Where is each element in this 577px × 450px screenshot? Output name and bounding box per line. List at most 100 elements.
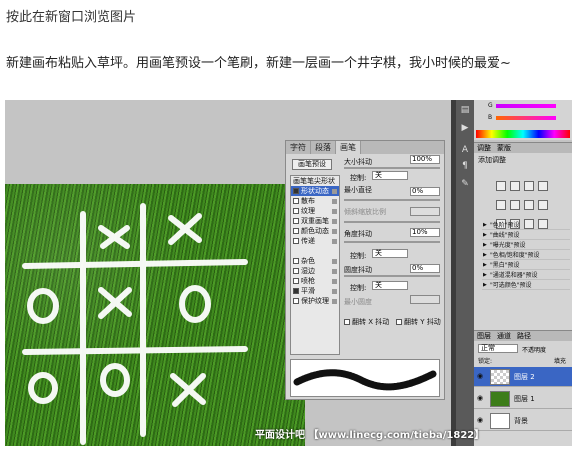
angle-control-dropdown[interactable]: 关 — [372, 249, 408, 258]
tip-checkbox[interactable] — [293, 258, 299, 264]
tab-paragraph[interactable]: 段落 — [311, 141, 336, 154]
opacity-label: 不透明度 — [522, 347, 547, 354]
visibility-eye-icon[interactable]: ◉ — [477, 417, 485, 424]
brush-tip-item[interactable]: 颜色动态 — [291, 226, 339, 236]
angle-jitter-slider[interactable] — [344, 241, 440, 243]
lock-icon[interactable] — [332, 208, 337, 214]
brush-tip-item[interactable]: 湿边 — [291, 266, 339, 276]
lock-icon[interactable] — [332, 268, 337, 274]
adjustment-preset-item[interactable]: "黑白"预设 — [482, 261, 570, 270]
tip-checkbox[interactable] — [293, 278, 299, 284]
angle-control-label: 控制: — [350, 252, 367, 260]
brush-tip-item[interactable]: 散布 — [291, 196, 339, 206]
control-dropdown[interactable]: 关 — [372, 171, 408, 180]
lock-icon[interactable] — [332, 298, 337, 304]
green-slider[interactable] — [496, 104, 556, 108]
min-diameter-field[interactable]: 0% — [410, 187, 440, 196]
brush-tip-item[interactable] — [291, 246, 339, 256]
adjustment-preset-item[interactable]: "曝光度"预设 — [482, 241, 570, 250]
brush-tip-item[interactable]: 双重画笔 — [291, 216, 339, 226]
brush-tip-item[interactable]: 平滑 — [291, 286, 339, 296]
size-jitter-slider[interactable] — [344, 167, 440, 169]
layers-tabs: 图层 通道 路径 — [474, 331, 572, 341]
visibility-eye-icon[interactable]: ◉ — [477, 373, 485, 380]
history-icon[interactable]: ▤ — [458, 104, 472, 116]
tab-adjustments[interactable]: 调整 — [474, 143, 494, 153]
tip-checkbox[interactable] — [293, 218, 299, 224]
actions-icon[interactable]: ▶ — [458, 122, 472, 134]
size-jitter-field[interactable]: 100% — [410, 155, 440, 164]
adjustment-preset-item[interactable]: "色相/饱和度"预设 — [482, 251, 570, 260]
angle-jitter-field[interactable]: 10% — [410, 228, 440, 237]
top-link[interactable]: 按此在新窗口浏览图片 — [6, 6, 136, 25]
visibility-eye-icon[interactable]: ◉ — [477, 395, 485, 402]
layer-name: 背景 — [514, 417, 528, 425]
brush-icon[interactable]: ✎ — [458, 178, 472, 190]
tip-checkbox[interactable] — [293, 288, 299, 294]
adjustment-preset-item[interactable]: "可选颜色"预设 — [482, 281, 570, 290]
layer-row[interactable]: ◉ 背景 — [474, 411, 572, 431]
tip-checkbox[interactable] — [293, 228, 299, 234]
brush-tip-item[interactable]: 纹理 — [291, 206, 339, 216]
roundness-jitter-slider[interactable] — [344, 275, 440, 277]
tool-preset-icon[interactable]: A — [458, 144, 472, 156]
brush-tip-item[interactable]: 保护纹理 — [291, 296, 339, 306]
tab-character[interactable]: 字符 — [286, 141, 311, 154]
lock-icon[interactable] — [332, 258, 337, 264]
blue-slider[interactable] — [496, 116, 556, 120]
exposure-icon[interactable] — [538, 181, 548, 191]
color-spectrum[interactable] — [476, 130, 570, 138]
layer-row[interactable]: ◉ 图层 1 — [474, 389, 572, 409]
adjustment-preset-item[interactable]: "通道混和器"预设 — [482, 271, 570, 280]
tip-checkbox[interactable] — [293, 298, 299, 304]
tip-label: 湿边 — [301, 267, 315, 275]
fill-label: 填充 — [554, 358, 567, 365]
lock-icon[interactable] — [332, 278, 337, 284]
brush-tip-item[interactable]: 画笔笔尖形状 — [291, 176, 339, 186]
layer-thumbnail — [490, 413, 510, 429]
tip-checkbox[interactable] — [293, 188, 299, 194]
brush-tip-item[interactable]: 杂色 — [291, 256, 339, 266]
bw-icon[interactable] — [538, 200, 548, 210]
brush-tip-item[interactable]: 形状动态 — [291, 186, 339, 196]
paragraph-icon[interactable]: ¶ — [458, 160, 472, 172]
flip-x-checkbox[interactable]: 翻转 X 抖动 — [344, 317, 389, 327]
brightness-icon[interactable] — [496, 181, 506, 191]
curves-icon[interactable] — [524, 181, 534, 191]
tip-checkbox[interactable] — [293, 198, 299, 204]
lock-icon[interactable] — [332, 198, 337, 204]
tip-checkbox[interactable] — [293, 208, 299, 214]
hue-icon[interactable] — [510, 200, 520, 210]
min-diameter-slider[interactable] — [344, 199, 440, 201]
lock-icon[interactable] — [332, 288, 337, 294]
brush-panel-tabs: 字符 段落 画笔 — [286, 141, 444, 154]
roundness-jitter-field[interactable]: 0% — [410, 264, 440, 273]
brush-preset-button[interactable]: 画笔预设 — [292, 159, 332, 170]
tab-channels[interactable]: 通道 — [494, 331, 514, 341]
flip-y-checkbox[interactable]: 翻转 Y 抖动 — [396, 317, 441, 327]
lock-label: 锁定: — [478, 358, 493, 365]
adjustment-preset-item[interactable]: "色阶"预设 — [482, 221, 570, 230]
layer-row[interactable]: ◉ 图层 2 — [474, 367, 572, 387]
brush-tip-item[interactable]: 传递 — [291, 236, 339, 246]
lock-icon[interactable] — [332, 228, 337, 234]
min-diameter-label: 最小直径 — [344, 186, 372, 194]
tab-brush[interactable]: 画笔 — [336, 141, 361, 154]
tab-layers[interactable]: 图层 — [474, 331, 494, 341]
levels-icon[interactable] — [510, 181, 520, 191]
adjustment-preset-item[interactable]: "曲线"预设 — [482, 231, 570, 240]
tab-paths[interactable]: 路径 — [514, 331, 534, 341]
min-roundness-field — [410, 295, 440, 304]
brush-tip-item[interactable]: 喷枪 — [291, 276, 339, 286]
balance-icon[interactable] — [524, 200, 534, 210]
lock-icon[interactable] — [332, 218, 337, 224]
tip-checkbox[interactable] — [293, 268, 299, 274]
lock-icon[interactable] — [332, 188, 337, 194]
blend-mode-select[interactable]: 正常 — [478, 344, 518, 353]
lock-icon[interactable] — [332, 238, 337, 244]
tip-checkbox[interactable] — [293, 238, 299, 244]
roundness-control-dropdown[interactable]: 关 — [372, 281, 408, 290]
vibrance-icon[interactable] — [496, 200, 506, 210]
flip-x-label: 翻转 X 抖动 — [352, 318, 390, 326]
tab-masks[interactable]: 蒙版 — [494, 143, 514, 153]
